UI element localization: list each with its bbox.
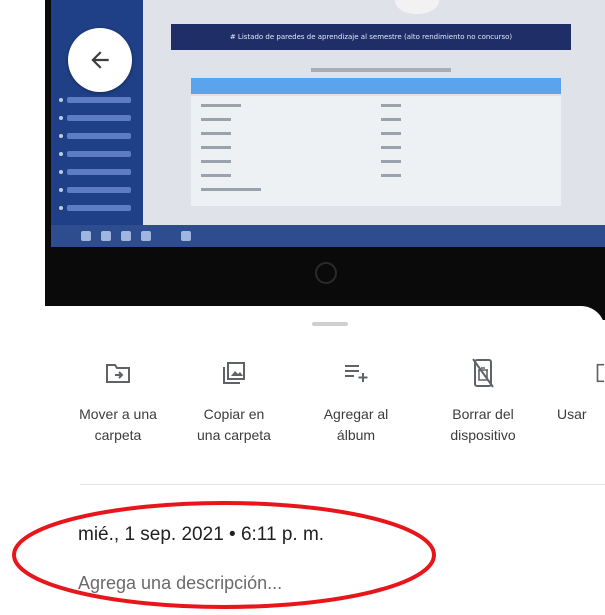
playlist-add-icon [345, 365, 368, 382]
table-cell [201, 132, 231, 135]
table-cell [381, 174, 401, 177]
sidebar-dot [59, 152, 63, 156]
sidebar-row [67, 169, 131, 175]
sidebar-dot [59, 188, 63, 192]
laptop-table-body [191, 96, 561, 206]
laptop-header-bar: # Listado de paredes de aprendizaje al s… [171, 24, 571, 50]
sidebar-row [67, 187, 131, 193]
laptop-table-header [191, 78, 561, 94]
table-cell [201, 104, 241, 107]
taskbar-icon [121, 231, 131, 241]
action-label: Borrar del dispositivo [450, 406, 516, 443]
table-cell [201, 160, 231, 163]
divider [80, 484, 605, 485]
sidebar-row [67, 97, 131, 103]
add-to-album-button[interactable]: Agregar al álbum [296, 356, 416, 446]
laptop-taskbar [51, 225, 605, 247]
sidebar-row [67, 115, 131, 121]
table-cell [381, 146, 401, 149]
sidebar-row [67, 151, 131, 157]
laptop-table-title [311, 68, 451, 72]
laptop-screen: # Listado de paredes de aprendizaje al s… [51, 0, 605, 247]
table-cell [381, 160, 401, 163]
sidebar-row [67, 205, 131, 211]
table-cell [201, 146, 231, 149]
use-as-button[interactable]: Usar [545, 356, 605, 425]
use-as-icon [596, 363, 605, 383]
drag-handle[interactable] [312, 322, 348, 326]
table-cell [381, 132, 401, 135]
arrow-back-icon [91, 51, 109, 69]
sidebar-dot [59, 116, 63, 120]
taskbar-icon [181, 231, 191, 241]
photo-date-time: mié., 1 sep. 2021 • 6:11 p. m. [78, 524, 325, 545]
delete-from-device-icon [472, 358, 494, 388]
action-label: Agregar al álbum [323, 406, 389, 443]
info-bottom-sheet: Mover a una carpeta Copiar en una carpet… [0, 306, 605, 615]
copy-folder-icon [223, 362, 245, 384]
hp-logo [315, 262, 337, 284]
description-input[interactable]: Agrega una descripción... [78, 573, 282, 594]
sidebar-row [67, 133, 131, 139]
table-cell [381, 118, 401, 121]
move-to-folder-button[interactable]: Mover a una carpeta [58, 356, 178, 446]
copy-to-folder-button[interactable]: Copiar en una carpeta [174, 356, 294, 446]
action-label: Usar [557, 406, 587, 422]
table-cell [201, 174, 231, 177]
delete-from-device-button[interactable]: Borrar del dispositivo [423, 356, 543, 446]
back-button[interactable] [68, 28, 132, 92]
table-cell [381, 104, 401, 107]
folder-move-icon [106, 364, 130, 383]
table-cell [201, 118, 231, 121]
sidebar-dot [59, 134, 63, 138]
taskbar-icon [141, 231, 151, 241]
sidebar-dot [59, 98, 63, 102]
table-cell [201, 188, 261, 191]
action-label: Mover a una carpeta [79, 406, 157, 443]
taskbar-icon [101, 231, 111, 241]
sidebar-dot [59, 170, 63, 174]
sidebar-dot [59, 206, 63, 210]
action-label: Copiar en una carpeta [197, 406, 271, 443]
taskbar-icon [81, 231, 91, 241]
